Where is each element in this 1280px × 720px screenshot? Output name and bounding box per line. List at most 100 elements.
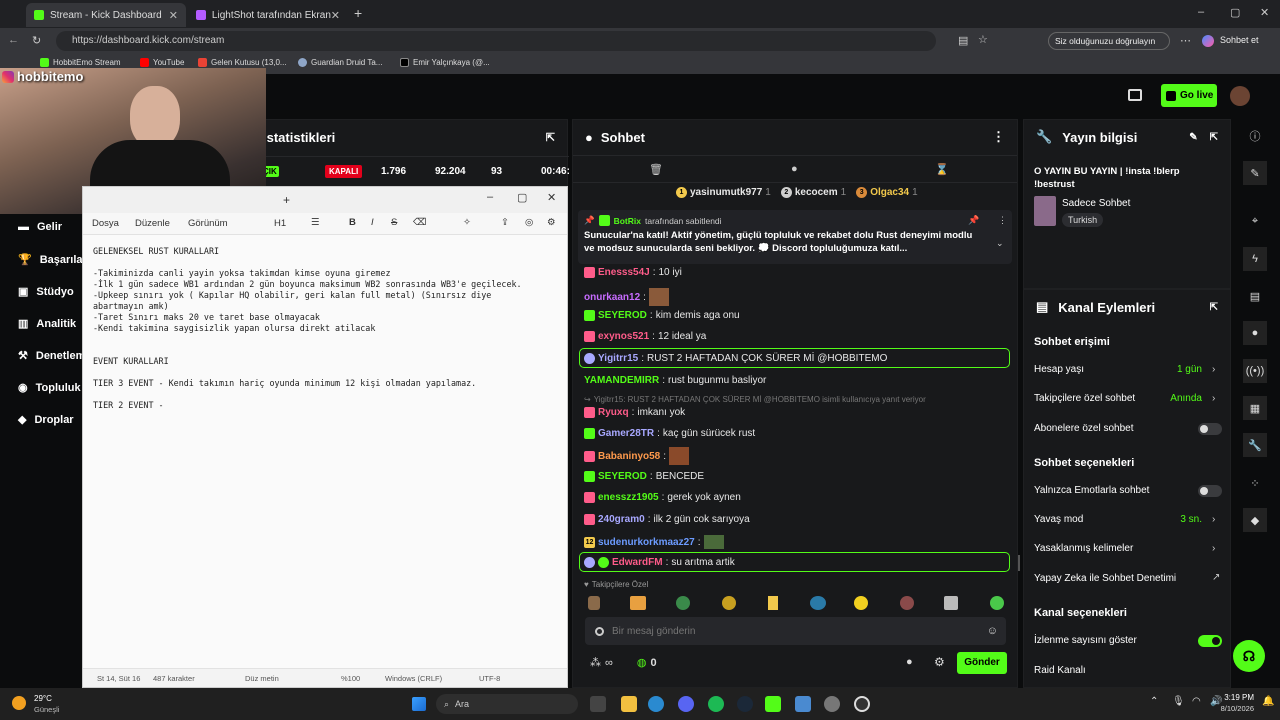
- chat-username[interactable]: exynos521: [598, 331, 649, 342]
- address-bar[interactable]: https://dashboard.kick.com/stream: [56, 31, 936, 51]
- chat-username[interactable]: 240gram0: [598, 514, 645, 525]
- chat-message[interactable]: SEYEROD: BENCEDE: [584, 471, 704, 482]
- emote-image[interactable]: [768, 596, 778, 610]
- settings-icon[interactable]: ⚙: [547, 217, 556, 228]
- sidebar-item-gelir[interactable]: ▬ Gelir: [18, 221, 62, 233]
- reload-icon[interactable]: ↻: [32, 34, 41, 47]
- start-windows-icon[interactable]: [412, 697, 426, 711]
- expand-chevron-icon[interactable]: ⌄: [996, 238, 1004, 249]
- notification-bell-icon[interactable]: 🔔: [1262, 696, 1274, 707]
- chat-username[interactable]: Enesss54J: [598, 267, 650, 278]
- edit-pencil-icon[interactable]: ✎: [1189, 132, 1197, 143]
- chat-username[interactable]: YAMANDEMIRR: [584, 375, 659, 386]
- back-icon[interactable]: ←: [8, 34, 19, 46]
- emote-image[interactable]: [588, 596, 600, 610]
- sidebar-item-topluluk[interactable]: ◉ Topluluk: [18, 381, 81, 395]
- chat-message[interactable]: Gamer28TR: kaç gün sürücek rust: [584, 428, 755, 439]
- new-tab-icon[interactable]: +: [283, 193, 290, 207]
- popout-icon[interactable]: ⇱: [1210, 302, 1218, 313]
- tray-chevron-icon[interactable]: ⌃: [1150, 696, 1158, 707]
- send-button[interactable]: Gönder: [957, 652, 1007, 674]
- share-icon[interactable]: ⇪: [501, 217, 509, 228]
- chat-message[interactable]: 240gram0: ilk 2 gün cok sarıyoya: [584, 514, 750, 525]
- edit-icon[interactable]: ✎: [1243, 161, 1267, 185]
- pinned-menu-icon[interactable]: ⋮: [998, 215, 1007, 226]
- chat-username[interactable]: SEYEROD: [598, 310, 647, 321]
- close-window-icon[interactable]: ✕: [1260, 6, 1269, 19]
- file-explorer-icon[interactable]: [621, 696, 637, 712]
- chat-message[interactable]: onurkaan12:: [584, 288, 669, 306]
- reader-icon[interactable]: ▤: [958, 34, 968, 47]
- chat-message[interactable]: 12 sudenurkorkmaaz27:: [584, 535, 724, 549]
- apps-icon[interactable]: ⁘: [1243, 471, 1267, 495]
- chat-username[interactable]: EdwardFM: [612, 557, 663, 568]
- chat-message[interactable]: SEYEROD: kim demis aga onu: [584, 310, 740, 321]
- emote-image[interactable]: [676, 596, 690, 610]
- favorite-star-icon[interactable]: ☆: [978, 33, 988, 46]
- emote-image[interactable]: [630, 596, 646, 610]
- bookmark-x[interactable]: Emir Yalçınkaya (@...: [400, 58, 490, 67]
- emote-only-toggle[interactable]: [1198, 485, 1222, 497]
- minimize-icon[interactable]: –: [487, 191, 493, 203]
- category-name[interactable]: Sadece Sohbet: [1062, 198, 1130, 209]
- chat-bubble-icon[interactable]: ●: [906, 656, 913, 668]
- notepad-text-area[interactable]: GELENEKSEL RUST KURALLARI -Takiminizda c…: [93, 246, 559, 656]
- bookmark-guardian-druid[interactable]: Guardian Druid Ta...: [298, 58, 382, 67]
- sidebar-item-denetleme[interactable]: ⚒ Denetleme: [18, 349, 92, 363]
- chat-message[interactable]: enesszz1905: gerek yok aynen: [584, 492, 741, 503]
- chat-message[interactable]: Ryuxq: imkanı yok: [584, 407, 685, 418]
- sidebar-item-studyo[interactable]: ▣ Stüdyo: [18, 285, 74, 299]
- chat-message[interactable]: exynos521:12 ideal ya: [584, 331, 706, 342]
- emote-image[interactable]: [722, 596, 736, 610]
- task-view-icon[interactable]: [590, 696, 606, 712]
- emote-image[interactable]: [990, 596, 1004, 610]
- chat-scrollbar[interactable]: [1018, 555, 1020, 571]
- italic-icon[interactable]: I: [371, 217, 374, 228]
- hourglass-icon[interactable]: ⌛: [935, 163, 949, 176]
- broadcast-icon[interactable]: ((•)): [1243, 359, 1267, 383]
- more-menu-icon[interactable]: ⋯: [1180, 34, 1191, 47]
- gifter-item[interactable]: 3 Olgac34 1: [856, 187, 918, 198]
- sidebar-item-analitik[interactable]: ▥ Analitik: [18, 317, 76, 331]
- chat-username[interactable]: Ryuxq: [598, 407, 629, 418]
- sidebar-item-basarilar[interactable]: 🏆 Başarılar: [18, 253, 87, 267]
- emote-image[interactable]: [854, 596, 868, 610]
- clock-date[interactable]: 8/10/2026: [1204, 704, 1254, 713]
- edge-icon[interactable]: [648, 696, 664, 712]
- chat-menu-icon[interactable]: ⋮: [992, 129, 1005, 145]
- minimize-icon[interactable]: –: [1198, 6, 1204, 18]
- popout-icon[interactable]: ⇱: [1210, 132, 1218, 143]
- go-live-button[interactable]: Go live: [1161, 84, 1217, 107]
- bookmark-youtube[interactable]: YouTube: [140, 58, 184, 67]
- close-tab-icon[interactable]: ✕: [169, 9, 178, 22]
- clock-time[interactable]: 3:19 PM: [1224, 693, 1254, 702]
- tag-icon[interactable]: ◆: [1243, 508, 1267, 532]
- chat-message[interactable]: Enesss54J:10 iyi: [584, 267, 682, 278]
- chat-username[interactable]: SEYEROD: [598, 471, 647, 482]
- spotify-icon[interactable]: [708, 696, 724, 712]
- notepad-icon[interactable]: [795, 696, 811, 712]
- chat-username[interactable]: Yigitrr15: [598, 353, 638, 364]
- trash-icon[interactable]: 🗑: [649, 163, 663, 176]
- chat-message[interactable]: YAMANDEMIRR: rust bugunmu basliyor: [584, 375, 766, 386]
- lightning-icon[interactable]: ϟ: [1243, 247, 1267, 271]
- new-tab-icon[interactable]: +: [354, 5, 362, 21]
- emote-image[interactable]: [900, 596, 914, 610]
- chat-username[interactable]: enesszz1905: [598, 492, 659, 503]
- gifter-item[interactable]: 1 yasinumutk977 1: [676, 187, 771, 198]
- gifter-item[interactable]: 2 kecocem 1: [780, 187, 846, 198]
- document-icon[interactable]: ▤: [1243, 284, 1267, 308]
- steam-icon[interactable]: [737, 696, 753, 712]
- copilot-icon[interactable]: [1202, 35, 1214, 47]
- close-window-icon[interactable]: ✕: [547, 191, 556, 204]
- menu-edit[interactable]: Düzenle: [135, 218, 170, 229]
- bookmark-hobbitemo[interactable]: HobbitEmo Stream: [40, 58, 121, 67]
- subscribers-only-toggle[interactable]: [1198, 423, 1222, 435]
- strikethrough-icon[interactable]: S: [391, 217, 397, 228]
- support-chat-icon[interactable]: ☊: [1233, 640, 1265, 672]
- tools-icon[interactable]: 🔧: [1243, 433, 1267, 457]
- tab-lightshot[interactable]: LightShot tarafından Ekran Görüntü ✕: [188, 3, 348, 27]
- unpin-icon[interactable]: 📌: [968, 215, 979, 226]
- chat-message[interactable]: Yigitrr15: RUST 2 HAFTADAN ÇOK SÜRER Mİ @…: [584, 353, 887, 364]
- gear-icon[interactable]: ⚙: [934, 655, 945, 669]
